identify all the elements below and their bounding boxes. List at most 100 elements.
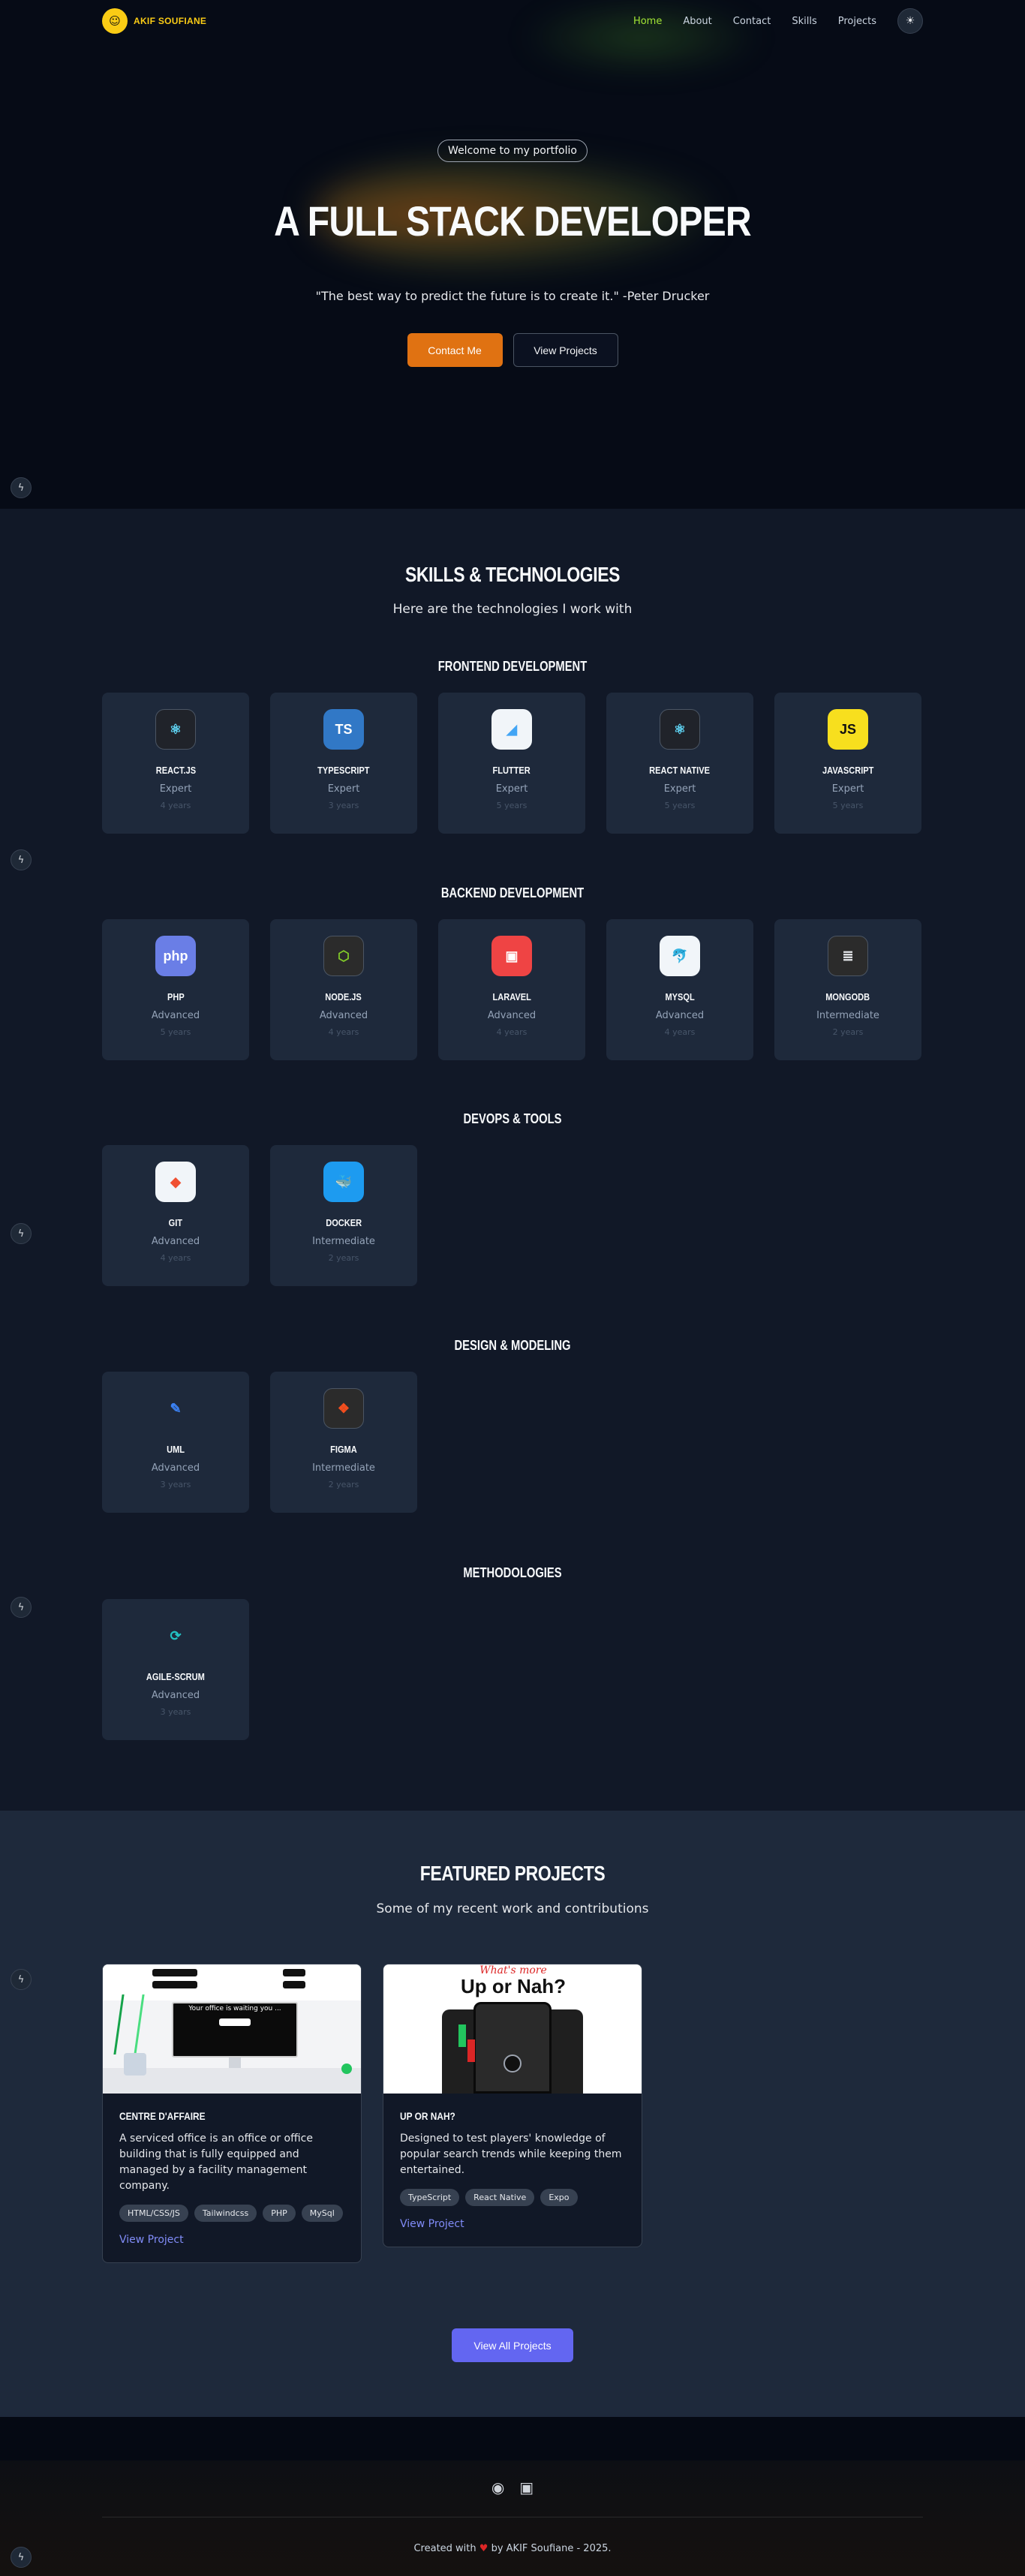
skill-card: ❖ Figma Intermediate 2 years	[270, 1372, 417, 1513]
project-image: What's more Up or Nah?	[383, 1964, 642, 2094]
skill-card: 🐳 Docker Intermediate 2 years	[270, 1145, 417, 1286]
contact-me-button[interactable]: Contact Me	[407, 333, 503, 367]
view-all-projects-button[interactable]: View All Projects	[452, 2328, 573, 2362]
project-tag: Tailwindcss	[194, 2205, 257, 2222]
brand[interactable]: ☺ AKIF SOUFIANE	[102, 8, 206, 34]
skill-grid: ⟳ Agile-Scrum Advanced 3 years	[102, 1599, 249, 1740]
view-project-link[interactable]: View Project	[400, 2218, 625, 2230]
nav-skills[interactable]: Skills	[792, 16, 816, 27]
project-image-caption: Your office is waiting you ...	[188, 2005, 281, 2012]
skill-years: 4 years	[496, 1027, 528, 1037]
skill-level: Advanced	[151, 1690, 200, 1701]
javascript-icon: JS	[828, 709, 868, 750]
skill-years: 5 years	[496, 801, 528, 810]
project-image: Your office is waiting you ...	[103, 1964, 361, 2094]
bolt-icon[interactable]: ϟ	[11, 1969, 32, 1990]
skill-name: Docker	[326, 1217, 362, 1228]
site-footer: ◉ ▣ Created with ♥ by AKIF Soufiane - 20…	[0, 2460, 1025, 2576]
skill-level: Expert	[327, 783, 360, 795]
project-card: Your office is waiting you ... Centre D'…	[102, 1964, 362, 2263]
social-links: ◉ ▣	[0, 2478, 1025, 2496]
skill-grid: php PHP Advanced 5 years ⬡ Node.js Advanced 4 y…	[102, 919, 921, 1060]
github-icon[interactable]: ◉	[491, 2478, 504, 2496]
projects-subtitle: Some of my recent work and contributions	[376, 1901, 649, 1916]
skill-name: MongoDB	[825, 991, 870, 1002]
nav-projects[interactable]: Projects	[838, 16, 876, 27]
view-projects-button[interactable]: View Projects	[512, 333, 618, 367]
bolt-icon[interactable]: ϟ	[11, 1223, 32, 1244]
footer-credit: Created with ♥ by AKIF Soufiane - 2025.	[0, 2543, 1025, 2554]
linkedin-icon[interactable]: ▣	[519, 2478, 534, 2496]
credit-prefix: Created with	[413, 2543, 476, 2554]
react-native-icon: ⚛	[660, 709, 700, 750]
skill-level: Advanced	[319, 1010, 368, 1021]
docker-icon: 🐳	[323, 1162, 364, 1202]
hero-quote: "The best way to predict the future is t…	[315, 289, 710, 303]
mongodb-icon: ≣	[828, 936, 868, 976]
skill-category-title: FRONTEND DEVELOPMENT	[437, 659, 588, 674]
project-description: Designed to test players' knowledge of p…	[400, 2133, 622, 2176]
project-card: What's more Up or Nah? Up or Nah? Design…	[383, 1964, 642, 2247]
skill-years: 5 years	[832, 801, 864, 810]
mysql-icon: 🐬	[660, 936, 700, 976]
projects-title: FEATURED PROJECTS	[419, 1862, 606, 1885]
sun-icon[interactable]: ☀	[897, 8, 923, 34]
view-project-link[interactable]: View Project	[119, 2234, 344, 2246]
skill-years: 4 years	[160, 801, 191, 810]
figma-icon: ❖	[323, 1388, 364, 1429]
hero-title: A FULL STACK DEVELOPER	[274, 197, 752, 245]
skill-level: Advanced	[151, 1462, 200, 1474]
credit-suffix: by AKIF Soufiane - 2025.	[491, 2543, 612, 2554]
skills-title: SKILLS & TECHNOLOGIES	[404, 563, 621, 586]
skill-card: 🐬 MySQL Advanced 4 years	[606, 919, 753, 1060]
skill-card: TS TypeScript Expert 3 years	[270, 693, 417, 834]
nav-about[interactable]: About	[683, 16, 711, 27]
nav-contact[interactable]: Contact	[733, 16, 771, 27]
skill-level: Expert	[831, 783, 864, 795]
bolt-icon[interactable]: ϟ	[11, 477, 32, 498]
welcome-badge: Welcome to my portfolio	[437, 140, 588, 162]
footer-divider-band	[0, 2417, 1025, 2460]
bolt-icon[interactable]: ϟ	[11, 849, 32, 870]
heart-icon: ♥	[479, 2543, 488, 2554]
skill-card: JS JavaScript Expert 5 years	[774, 693, 921, 834]
skill-years: 2 years	[328, 1480, 359, 1489]
brand-name: AKIF SOUFIANE	[134, 16, 207, 26]
skill-name: JavaScript	[822, 765, 874, 776]
nodejs-icon: ⬡	[323, 936, 364, 976]
skill-name: MySQL	[665, 991, 695, 1002]
skill-level: Expert	[159, 783, 192, 795]
project-tag: HTML/CSS/JS	[119, 2205, 188, 2222]
project-tag: TypeScript	[400, 2189, 460, 2206]
skill-name: Laravel	[492, 991, 531, 1002]
php-icon: php	[155, 936, 196, 976]
bolt-icon[interactable]: ϟ	[11, 1597, 32, 1618]
site-header: ☺ AKIF SOUFIANE Home About Contact Skill…	[0, 0, 1025, 42]
skill-category-title: BACKEND DEVELOPMENT	[440, 885, 585, 900]
skill-grid: ✎ UML Advanced 3 years ❖ Figma Intermediate 2 y…	[102, 1372, 417, 1513]
skill-years: 4 years	[664, 1027, 696, 1037]
skill-name: Flutter	[492, 765, 531, 776]
projects-section: FEATURED PROJECTS Some of my recent work…	[0, 1811, 1025, 2417]
project-grid: Your office is waiting you ... Centre D'…	[102, 1964, 642, 2263]
project-tag: MySql	[301, 2205, 343, 2222]
skill-level: Intermediate	[816, 1010, 879, 1021]
skill-level: Intermediate	[312, 1236, 375, 1247]
nav-home[interactable]: Home	[633, 16, 662, 27]
flutter-icon: ◢	[491, 709, 532, 750]
skill-level: Expert	[495, 783, 528, 795]
skill-card: ⟳ Agile-Scrum Advanced 3 years	[102, 1599, 249, 1740]
bolt-icon[interactable]: ϟ	[11, 2547, 32, 2568]
skill-card: ⚛ React Native Expert 5 years	[606, 693, 753, 834]
project-tag: React Native	[465, 2189, 535, 2206]
skill-card: ≣ MongoDB Intermediate 2 years	[774, 919, 921, 1060]
skill-card: ✎ UML Advanced 3 years	[102, 1372, 249, 1513]
skill-name: Node.js	[325, 991, 362, 1002]
skill-card: ⚛ React.js Expert 4 years	[102, 693, 249, 834]
skill-years: 4 years	[328, 1027, 359, 1037]
skill-card: ▣ Laravel Advanced 4 years	[438, 919, 585, 1060]
project-tags: HTML/CSS/JS Tailwindcss PHP MySql	[119, 2205, 344, 2222]
laravel-icon: ▣	[491, 936, 532, 976]
skills-section: SKILLS & TECHNOLOGIES Here are the techn…	[0, 509, 1025, 1811]
skill-level: Advanced	[151, 1010, 200, 1021]
